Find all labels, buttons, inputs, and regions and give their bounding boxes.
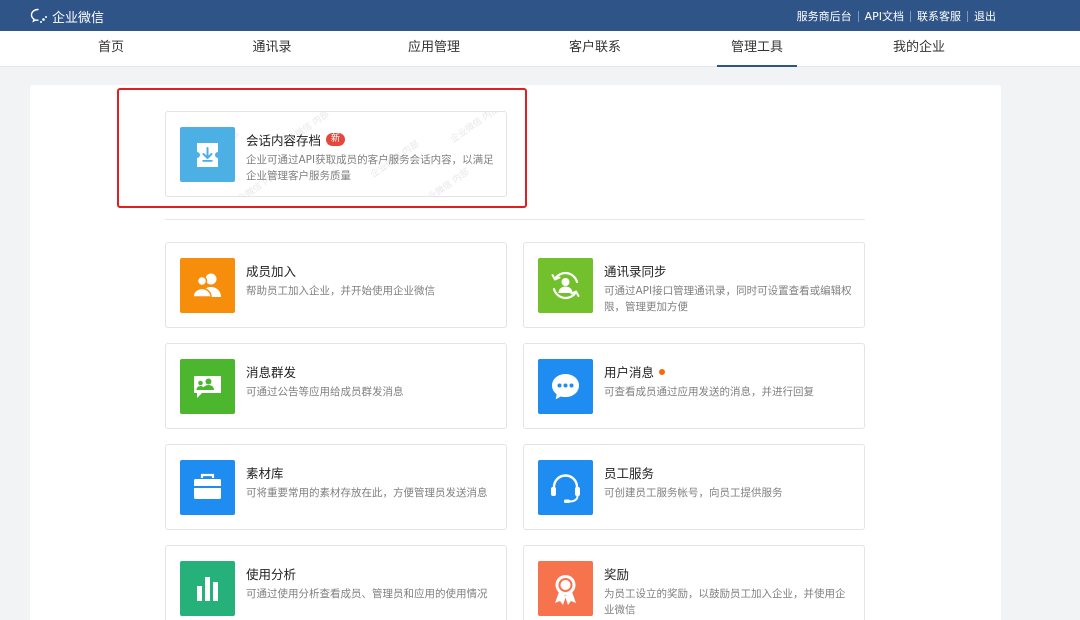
nav-contacts[interactable]: 通讯录 bbox=[252, 31, 291, 67]
tool-title-text: 使用分析 bbox=[246, 567, 297, 582]
section-divider bbox=[165, 219, 865, 220]
tool-card-contact-sync[interactable]: 通讯录同步 可通过API接口管理通讯录，同时可设置查看或编辑权限，管理更加方便 bbox=[523, 242, 865, 328]
tool-card-desc: 可查看成员通过应用发送的消息，并进行回复 bbox=[604, 386, 814, 398]
tool-card-desc: 帮助员工加入企业，并开始使用企业微信 bbox=[246, 285, 435, 297]
tool-card-employee-service[interactable]: 员工服务 可创建员工服务帐号，向员工提供服务 bbox=[523, 444, 865, 530]
tool-title-text: 素材库 bbox=[246, 466, 284, 481]
tool-title-text: 用户消息 bbox=[604, 365, 655, 380]
tool-title-text: 会话内容存档 bbox=[246, 133, 322, 148]
tool-card-usage-analysis[interactable]: 使用分析 可通过使用分析查看成员、管理员和应用的使用情况 bbox=[165, 545, 507, 620]
tool-card-title: 奖励 bbox=[604, 564, 629, 583]
nav-management-tools[interactable]: 管理工具 bbox=[716, 31, 798, 67]
link-api-docs[interactable]: API文档 bbox=[859, 8, 910, 24]
brand-logo[interactable]: 企业微信 bbox=[30, 6, 104, 26]
tool-card-title: 会话内容存档 新 bbox=[246, 130, 346, 149]
chat-bubble-icon bbox=[538, 359, 593, 414]
tool-title-text: 成员加入 bbox=[246, 264, 297, 279]
bar-analytics-icon bbox=[180, 561, 235, 616]
tool-card-desc: 为员工设立的奖励，以鼓励员工加入企业，并使用企业微信 bbox=[604, 588, 846, 616]
tool-card-title: 通讯录同步 bbox=[604, 261, 667, 280]
link-logout[interactable]: 退出 bbox=[968, 8, 1002, 24]
brand-name: 企业微信 bbox=[52, 10, 105, 26]
briefcase-icon bbox=[180, 460, 235, 515]
tool-card-conversation-archive[interactable]: 企业微信 内部 企业微信 内部 企业微信 内部 企业微信 内部 企业微信 内部 … bbox=[165, 111, 507, 197]
tool-title-text: 通讯录同步 bbox=[604, 264, 667, 279]
tool-card-material-library[interactable]: 素材库 可将重要常用的素材存放在此，方便管理员发送消息 bbox=[165, 444, 507, 530]
archive-download-icon bbox=[180, 127, 235, 182]
tool-card-desc: 可通过使用分析查看成员、管理员和应用的使用情况 bbox=[246, 588, 488, 600]
nav-home[interactable]: 首页 bbox=[98, 31, 124, 67]
tool-card-desc: 可通过API接口管理通讯录，同时可设置查看或编辑权限，管理更加方便 bbox=[604, 285, 852, 313]
tool-card-desc: 可创建员工服务帐号，向员工提供服务 bbox=[604, 487, 783, 499]
nav-app-management[interactable]: 应用管理 bbox=[408, 31, 460, 67]
tool-card-desc: 可将重要常用的素材存放在此，方便管理员发送消息 bbox=[246, 487, 488, 499]
new-badge: 新 bbox=[326, 133, 346, 146]
tool-card-user-messages[interactable]: 用户消息 可查看成员通过应用发送的消息，并进行回复 bbox=[523, 343, 865, 429]
tool-card-title: 员工服务 bbox=[604, 463, 654, 482]
tool-card-desc: 可通过公告等应用给成员群发消息 bbox=[246, 386, 404, 398]
main-nav: 首页 通讯录 应用管理 客户联系 管理工具 我的企业 bbox=[0, 31, 1080, 67]
tool-card-title: 消息群发 bbox=[246, 362, 296, 381]
tool-card-mass-message[interactable]: 消息群发 可通过公告等应用给成员群发消息 bbox=[165, 343, 507, 429]
link-contact-support[interactable]: 联系客服 bbox=[911, 8, 967, 24]
link-partner-console[interactable]: 服务商后台 bbox=[791, 8, 858, 24]
tool-card-title: 成员加入 bbox=[246, 261, 296, 280]
nav-customer-contact[interactable]: 客户联系 bbox=[569, 31, 621, 67]
tool-card-desc: 企业可通过API获取成员的客户服务会话内容，以满足企业管理客户服务质量 bbox=[246, 154, 494, 182]
tool-card-title: 素材库 bbox=[246, 463, 284, 482]
top-links: 服务商后台 API文档 联系客服 退出 bbox=[791, 8, 1002, 24]
tool-card-member-join[interactable]: 成员加入 帮助员工加入企业，并开始使用企业微信 bbox=[165, 242, 507, 328]
members-icon bbox=[180, 258, 235, 313]
unread-dot bbox=[659, 368, 666, 375]
nav-my-company[interactable]: 我的企业 bbox=[893, 31, 945, 67]
tool-card-title: 用户消息 bbox=[604, 362, 666, 381]
award-medal-icon bbox=[538, 561, 593, 616]
headset-icon bbox=[538, 460, 593, 515]
top-bar: 企业微信 服务商后台 API文档 联系客服 退出 bbox=[0, 0, 1080, 31]
tool-title-text: 消息群发 bbox=[246, 365, 297, 380]
tool-card-title: 使用分析 bbox=[246, 564, 296, 583]
broadcast-icon bbox=[180, 359, 235, 414]
contact-sync-icon bbox=[538, 258, 593, 313]
tool-title-text: 员工服务 bbox=[604, 466, 655, 481]
wecom-logo-icon bbox=[30, 8, 48, 24]
tool-card-rewards[interactable]: 奖励 为员工设立的奖励，以鼓励员工加入企业，并使用企业微信 bbox=[523, 545, 865, 620]
tool-title-text: 奖励 bbox=[604, 567, 630, 582]
